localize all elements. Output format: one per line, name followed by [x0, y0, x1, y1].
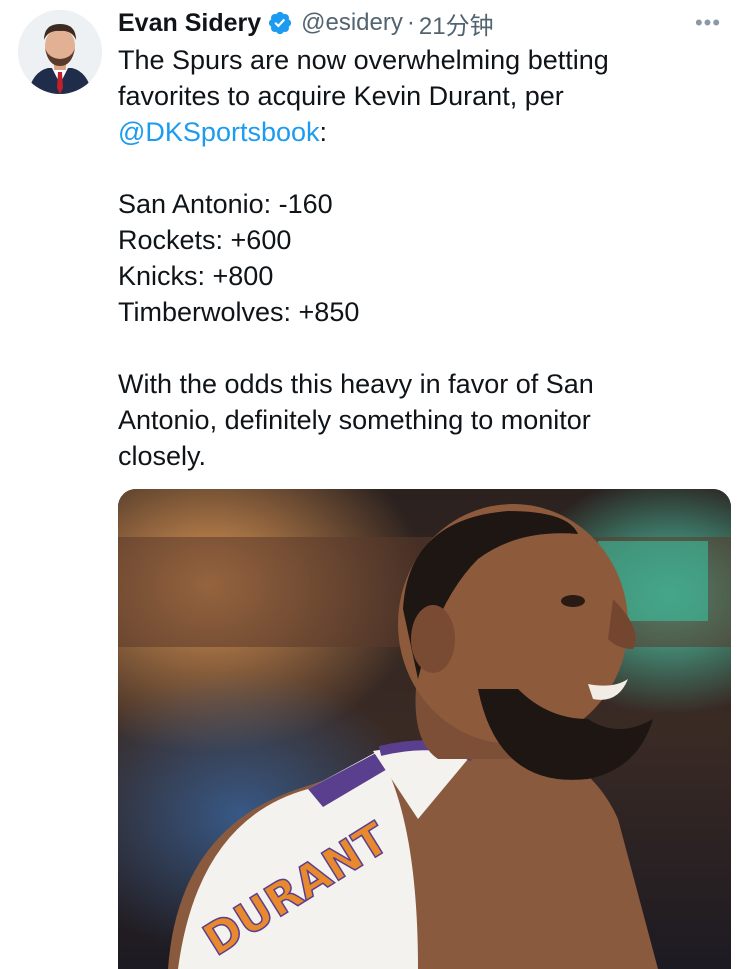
mention-suffix: : — [319, 117, 328, 147]
tweet[interactable]: Evan Sidery @esidery · 21分钟 ••• The Spur… — [0, 0, 750, 969]
tweet-line: The Spurs are now overwhelming betting — [118, 45, 609, 75]
tweet-line: With the odds this heavy in favor of San — [118, 369, 594, 399]
odds-item: San Antonio: -160 — [118, 189, 333, 219]
separator-dot: · — [406, 9, 415, 36]
tweet-line: @DKSportsbook: — [118, 114, 690, 150]
tweet-line: Antonio, definitely something to monitor — [118, 405, 591, 435]
author-name[interactable]: Evan Sidery — [118, 9, 261, 38]
tweet-header: Evan Sidery @esidery · 21分钟 ••• — [118, 6, 734, 40]
verified-badge-icon — [267, 10, 293, 36]
player-photo: DURANT — [118, 489, 731, 969]
tweet-text: The Spurs are now overwhelming betting f… — [118, 42, 690, 474]
odds-item: Timberwolves: +850 — [118, 297, 360, 327]
odds-item: Rockets: +600 — [118, 225, 292, 255]
tweet-line: closely. — [118, 441, 207, 471]
avatar-image — [18, 10, 102, 94]
tweet-line: favorites to acquire Kevin Durant, per — [118, 81, 564, 111]
tweet-photo[interactable]: DURANT — [118, 489, 731, 969]
odds-item: Knicks: +800 — [118, 261, 274, 291]
more-options-icon[interactable]: ••• — [688, 6, 728, 40]
timestamp[interactable]: 21分钟 — [419, 6, 494, 41]
author-avatar[interactable] — [18, 10, 102, 94]
mention-link[interactable]: @DKSportsbook — [118, 117, 320, 147]
author-handle[interactable]: @esidery — [301, 9, 403, 37]
